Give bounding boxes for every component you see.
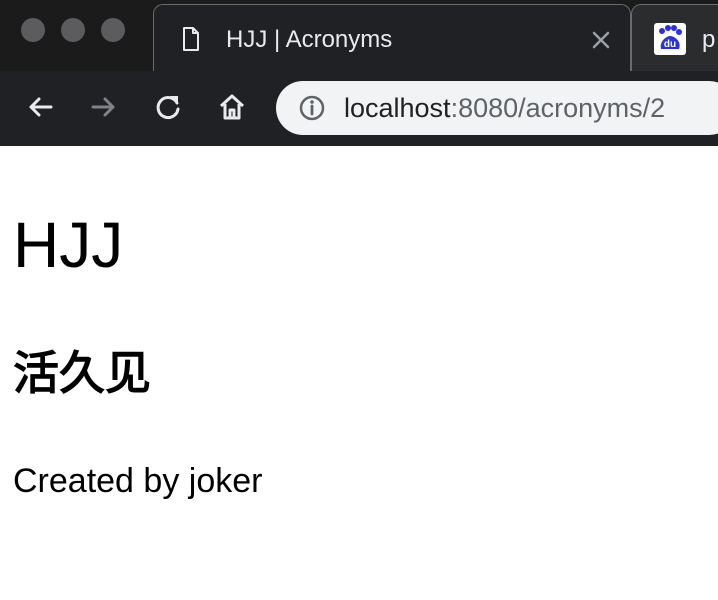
forward-arrow-icon[interactable]: [88, 91, 120, 123]
url-text[interactable]: localhost:8080/acronyms/2: [344, 94, 665, 122]
info-icon[interactable]: [298, 94, 326, 122]
baidu-favicon-icon: du: [654, 23, 686, 55]
close-window-button[interactable]: [21, 18, 45, 42]
maximize-window-button[interactable]: [101, 18, 125, 42]
page-subtitle: 活久见: [13, 347, 151, 399]
tab-title-fragment: p: [702, 26, 716, 53]
tab-inactive[interactable]: du p: [631, 4, 718, 71]
url-host: localhost: [344, 93, 451, 123]
address-bar[interactable]: localhost:8080/acronyms/2: [276, 81, 718, 135]
url-path: :8080/acronyms/2: [450, 93, 666, 123]
minimize-window-button[interactable]: [61, 18, 85, 42]
browser-toolbar: localhost:8080/acronyms/2: [0, 71, 718, 146]
back-arrow-icon[interactable]: [24, 91, 56, 123]
svg-text:du: du: [664, 39, 676, 50]
tab-strip: HJJ | Acronyms du p: [0, 0, 718, 71]
tab-title: HJJ | Acronyms: [226, 26, 393, 53]
reload-icon[interactable]: [152, 91, 184, 123]
page-title: HJJ: [13, 209, 124, 281]
tab-active[interactable]: HJJ | Acronyms: [153, 4, 631, 71]
page-content: HJJ 活久见 Created by joker: [0, 146, 718, 600]
creator-label: Created by joker: [13, 462, 263, 500]
close-icon[interactable]: [590, 29, 612, 51]
browser-window-chrome: HJJ | Acronyms du p localhost:8080/acron…: [0, 0, 718, 146]
home-icon[interactable]: [216, 91, 248, 123]
document-icon: [183, 27, 199, 51]
